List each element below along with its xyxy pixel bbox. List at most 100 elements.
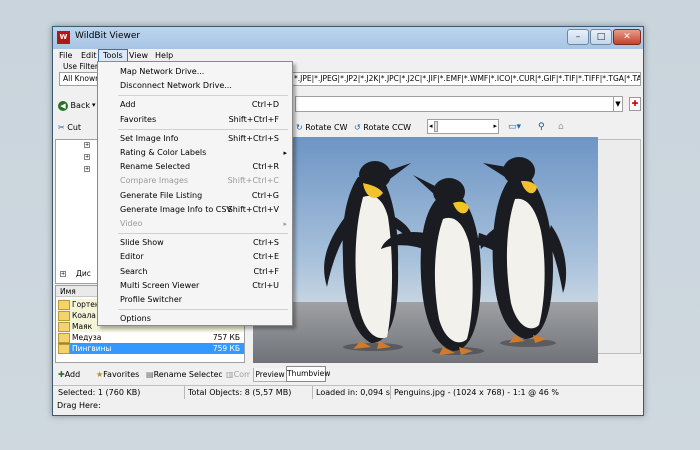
app-extra-icon[interactable]: ✚ bbox=[629, 97, 641, 111]
use-filter-label: Use Filter bbox=[63, 62, 98, 71]
menu-item-label: Slide Show bbox=[120, 238, 164, 248]
menu-item-video[interactable]: Video ▸ bbox=[98, 217, 292, 231]
menu-item-multi-screen-viewer[interactable]: Multi Screen Viewer Ctrl+U bbox=[98, 279, 292, 293]
submenu-arrow-icon: ▸ bbox=[283, 220, 287, 228]
zoom-slider[interactable]: ◂ ▸ bbox=[427, 119, 499, 134]
status-bar: Selected: 1 (760 KB) Total Objects: 8 (5… bbox=[53, 385, 643, 399]
tree-expand-icon[interactable]: + bbox=[84, 142, 90, 148]
menu-item-generate-image-info-to-csv[interactable]: Generate Image Info to CSV Shift+Ctrl+V bbox=[98, 203, 292, 217]
menu-item-label: Profile Switcher bbox=[120, 295, 183, 304]
rename-icon: ▤ bbox=[146, 370, 154, 379]
menu-item-profile-switcher[interactable]: Profile Switcher bbox=[98, 293, 292, 307]
menu-item-shortcut: Ctrl+F bbox=[253, 266, 279, 276]
tree-expand-icon[interactable]: + bbox=[84, 154, 90, 160]
menu-item-label: Options bbox=[120, 314, 151, 324]
extension-filter-field[interactable]: *.JPE|*.JPEG|*.JP2|*.J2K|*.JPC|*.J2C|*.J… bbox=[291, 72, 641, 86]
menu-item-add[interactable]: Add Ctrl+D bbox=[98, 98, 292, 112]
compare-icon: ▥ bbox=[226, 370, 234, 379]
compare-button[interactable]: ▥Comp bbox=[225, 367, 251, 381]
tree-expand-icon[interactable]: + bbox=[84, 166, 90, 172]
address-dropdown-icon[interactable]: ▼ bbox=[613, 96, 623, 112]
file-size: 757 КБ bbox=[212, 333, 240, 342]
favorites-button[interactable]: ★Favorites bbox=[95, 367, 143, 381]
filter-select[interactable]: All Known bbox=[59, 72, 99, 86]
image-file-icon bbox=[58, 333, 70, 343]
menu-item-label: Map Network Drive... bbox=[120, 67, 205, 76]
tree-node-label[interactable]: Дис bbox=[76, 269, 91, 278]
zoom-icon[interactable]: ⚲ bbox=[537, 119, 549, 134]
menu-item-disconnect-network-drive[interactable]: Disconnect Network Drive... bbox=[98, 79, 292, 93]
drag-here-label: Drag Here: bbox=[57, 401, 101, 410]
rotate-cw-icon: ↻ bbox=[296, 123, 303, 132]
back-label: Back bbox=[70, 101, 90, 110]
image-file-icon bbox=[58, 300, 70, 310]
slider-right-arrow-icon[interactable]: ▸ bbox=[493, 120, 497, 133]
rotate-ccw-button[interactable]: ↺ Rotate CCW bbox=[353, 120, 415, 135]
add-button[interactable]: ✚Add bbox=[57, 367, 91, 381]
menu-item-label: Editor bbox=[120, 252, 144, 262]
menu-item-shortcut: Shift+Ctrl+C bbox=[227, 176, 279, 186]
menu-item-rating-color-labels[interactable]: Rating & Color Labels ▸ bbox=[98, 146, 292, 160]
menu-item-label: Video bbox=[120, 219, 143, 228]
minimize-button[interactable]: – bbox=[567, 29, 589, 45]
file-name: Маяк bbox=[72, 322, 93, 331]
menu-item-label: Rating & Color Labels bbox=[120, 148, 207, 157]
cut-label: Cut bbox=[67, 123, 82, 132]
menu-item-label: Rename Selected bbox=[120, 162, 191, 172]
file-row[interactable]: Пингвины 759 КБ bbox=[58, 343, 244, 354]
close-button[interactable]: ✕ bbox=[613, 29, 641, 45]
slider-thumb[interactable] bbox=[434, 121, 438, 132]
tab-preview[interactable]: Preview bbox=[253, 368, 287, 382]
menu-item-set-image-info[interactable]: Set Image Info Shift+Ctrl+S bbox=[98, 132, 292, 146]
menu-item-shortcut: Ctrl+E bbox=[253, 252, 279, 262]
penguins-photo bbox=[253, 137, 598, 363]
file-size: 759 КБ bbox=[212, 344, 240, 353]
menu-item-label: Generate Image Info to CSV bbox=[120, 204, 232, 214]
tab-thumbview[interactable]: Thumbview bbox=[286, 366, 330, 382]
menu-item-label: Multi Screen Viewer bbox=[120, 280, 200, 290]
cut-button[interactable]: ✂ Cut bbox=[57, 120, 89, 135]
preview-image[interactable] bbox=[253, 137, 598, 363]
address-bar[interactable] bbox=[295, 96, 623, 112]
bottom-toolbar: ✚Add ★Favorites ▤Rename Selected ▥Comp bbox=[55, 366, 251, 382]
menu-item-generate-file-listing[interactable]: Generate File Listing Ctrl+G bbox=[98, 189, 292, 203]
back-arrow-icon: ◀ bbox=[58, 100, 68, 111]
file-name: Коала bbox=[72, 311, 96, 320]
rotate-cw-button[interactable]: ↻ Rotate CW bbox=[295, 120, 349, 135]
menu-item-search[interactable]: Search Ctrl+F bbox=[98, 265, 292, 279]
menu-item-shortcut: Shift+Ctrl+F bbox=[228, 114, 279, 124]
slider-left-arrow-icon[interactable]: ◂ bbox=[429, 120, 433, 133]
menu-item-options[interactable]: Options bbox=[98, 312, 292, 326]
rename-label: Rename Selected bbox=[153, 370, 223, 379]
window-title: WildBit Viewer bbox=[75, 31, 141, 41]
monitor-icon[interactable]: ▭▾ bbox=[507, 119, 527, 134]
menu-item-shortcut: Ctrl+U bbox=[252, 280, 279, 290]
settings-icon[interactable]: ⌂ bbox=[557, 119, 571, 134]
compare-label: Comp bbox=[233, 370, 250, 379]
menu-item-label: Disconnect Network Drive... bbox=[120, 81, 232, 91]
status-total: Total Objects: 8 (5,57 MB) bbox=[185, 386, 313, 399]
menu-item-favorites[interactable]: Favorites Shift+Ctrl+F bbox=[98, 113, 292, 127]
status-selected: Selected: 1 (760 KB) bbox=[55, 386, 185, 399]
add-label: Add bbox=[64, 370, 81, 379]
menu-item-map-network-drive[interactable]: Map Network Drive... bbox=[98, 65, 292, 79]
file-name: Гортен bbox=[72, 300, 100, 309]
rename-selected-button[interactable]: ▤Rename Selected bbox=[145, 367, 223, 381]
menu-separator bbox=[118, 233, 288, 235]
tree-expand-icon[interactable]: + bbox=[60, 271, 66, 277]
maximize-button[interactable]: □ bbox=[590, 29, 612, 45]
file-row[interactable]: Медуза 757 КБ bbox=[58, 332, 244, 343]
menu-item-rename-selected[interactable]: Rename Selected Ctrl+R bbox=[98, 160, 292, 174]
menu-item-editor[interactable]: Editor Ctrl+E bbox=[98, 250, 292, 264]
rotate-cw-label: Rotate CW bbox=[305, 123, 348, 132]
title-bar[interactable]: W WildBit Viewer – □ ✕ bbox=[53, 27, 643, 49]
rotate-ccw-label: Rotate CCW bbox=[363, 123, 412, 132]
menu-separator bbox=[118, 128, 288, 130]
status-fileinfo: Penguins.jpg - (1024 x 768) - 1:1 @ 46 % bbox=[394, 388, 559, 397]
menu-item-compare-images[interactable]: Compare Images Shift+Ctrl+C bbox=[98, 174, 292, 188]
menu-item-slide-show[interactable]: Slide Show Ctrl+S bbox=[98, 236, 292, 250]
app-logo-icon: W bbox=[57, 31, 70, 44]
menu-item-label: Search bbox=[120, 266, 148, 276]
menu-file[interactable]: File bbox=[55, 49, 76, 62]
menu-item-label: Compare Images bbox=[120, 176, 189, 186]
